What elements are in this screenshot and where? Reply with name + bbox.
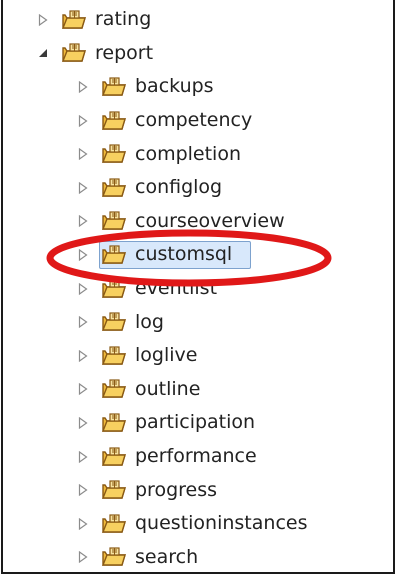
tree-item-report[interactable]: report — [3, 37, 393, 71]
tree-item-search[interactable]: search — [3, 541, 393, 573]
expand-arrow-icon[interactable] — [76, 80, 90, 94]
tree-item-label: questioninstances — [135, 512, 308, 535]
tree-item-customsql[interactable]: customsql — [3, 238, 393, 272]
tree-item-label: loglive — [135, 344, 198, 367]
tree-item-label: report — [95, 41, 154, 64]
tree-item-loglive[interactable]: loglive — [3, 339, 393, 373]
tree-item-label: search — [135, 545, 199, 568]
tree-view: rating report backups competency completio… — [3, 3, 393, 573]
package-folder-icon — [101, 480, 127, 500]
package-folder-icon — [101, 278, 127, 299]
expand-arrow-icon[interactable] — [76, 181, 90, 195]
package-folder-icon — [101, 211, 127, 231]
tree-item-progress[interactable]: progress — [3, 473, 393, 507]
tree-item-label: eventlist — [135, 277, 218, 300]
collapse-arrow-icon[interactable] — [36, 46, 50, 60]
tree-item-configlog[interactable]: configlog — [3, 171, 393, 205]
expand-arrow-icon[interactable] — [76, 214, 90, 228]
package-folder-icon — [101, 245, 127, 265]
expand-arrow-icon[interactable] — [76, 483, 90, 497]
package-folder-icon — [101, 514, 127, 534]
package-folder-icon — [101, 547, 127, 567]
tree-item-participation[interactable]: participation — [3, 406, 393, 440]
expand-arrow-icon[interactable] — [76, 416, 90, 430]
tree-item-label: competency — [135, 109, 253, 132]
tree-item-label: outline — [135, 377, 201, 400]
tree-item-log[interactable]: log — [3, 305, 393, 339]
tree-item-label: backups — [135, 75, 214, 98]
tree-item-backups[interactable]: backups — [3, 70, 393, 104]
report-children: backups competency completion configlog cour… — [3, 70, 393, 573]
package-folder-icon — [101, 110, 127, 131]
tree-item-performance[interactable]: performance — [3, 440, 393, 474]
project-explorer-tree: rating report backups competency completio… — [1, 0, 395, 574]
tree-item-label: log — [135, 310, 164, 333]
package-folder-icon — [61, 43, 87, 63]
expand-arrow-icon[interactable] — [76, 147, 90, 161]
package-folder-icon — [61, 10, 87, 30]
tree-item-completion[interactable]: completion — [3, 137, 393, 171]
expand-arrow-icon[interactable] — [76, 450, 90, 464]
expand-arrow-icon[interactable] — [76, 382, 90, 396]
tree-item-label: customsql — [135, 243, 233, 266]
tree-item-label: participation — [135, 411, 256, 434]
tree-item-label: performance — [135, 445, 257, 468]
tree-item-courseoverview[interactable]: courseoverview — [3, 205, 393, 239]
package-folder-icon — [101, 312, 127, 332]
tree-item-questioninstances[interactable]: questioninstances — [3, 507, 393, 541]
package-folder-icon — [101, 77, 127, 97]
expand-arrow-icon[interactable] — [76, 248, 90, 262]
expand-arrow-icon[interactable] — [36, 13, 50, 27]
expand-arrow-icon[interactable] — [76, 282, 90, 296]
package-folder-icon — [101, 379, 127, 399]
tree-item-label: courseoverview — [135, 209, 285, 232]
package-folder-icon — [101, 346, 127, 366]
expand-arrow-icon[interactable] — [76, 517, 90, 531]
package-folder-icon — [101, 144, 127, 164]
package-folder-icon — [101, 446, 127, 467]
expand-arrow-icon[interactable] — [76, 114, 90, 128]
expand-arrow-icon[interactable] — [76, 550, 90, 564]
tree-item-label: configlog — [135, 176, 223, 199]
tree-item-label: rating — [95, 8, 152, 31]
tree-item-label: completion — [135, 142, 242, 165]
package-folder-icon — [101, 413, 127, 433]
package-folder-icon — [101, 178, 127, 198]
tree-item-competency[interactable]: competency — [3, 104, 393, 138]
expand-arrow-icon[interactable] — [76, 349, 90, 363]
tree-item-label: progress — [135, 478, 218, 501]
tree-item-outline[interactable]: outline — [3, 373, 393, 407]
tree-item-rating[interactable]: rating — [3, 3, 393, 37]
tree-item-eventlist[interactable]: eventlist — [3, 272, 393, 306]
expand-arrow-icon[interactable] — [76, 315, 90, 329]
